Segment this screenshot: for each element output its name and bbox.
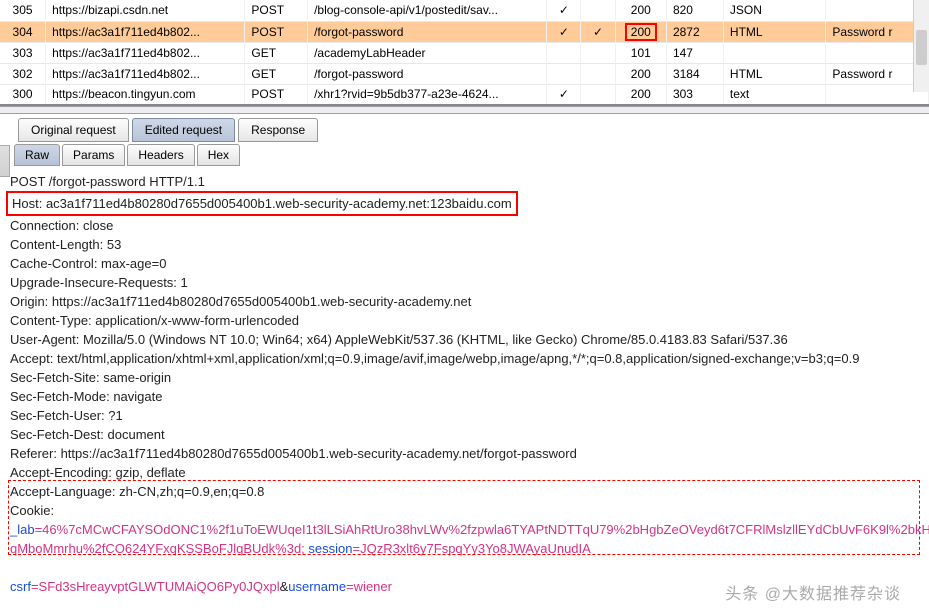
cell-url: /forgot-password <box>308 63 547 84</box>
cell-num: 305 <box>0 0 46 21</box>
tab-response[interactable]: Response <box>238 118 318 142</box>
cell-url: /academyLabHeader <box>308 42 547 63</box>
header-cookie-label: Cookie: <box>10 501 919 520</box>
cookie-session-val: =JQzR3xlt6y7FspqYy3Yo8JWAyaUnudIA <box>352 541 590 556</box>
cell-method: POST <box>245 21 308 42</box>
blank-line <box>10 558 919 577</box>
cell-mime: JSON <box>723 0 826 21</box>
param-csrf-val: =SFd3sHreayvptGLWTUMAiQO6Py0JQxpl <box>31 579 280 594</box>
cell-mime: HTML <box>723 63 826 84</box>
cell-edited: ✓ <box>547 84 581 105</box>
param-username-val: =wiener <box>346 579 392 594</box>
cell-host: https://ac3a1f711ed4b802... <box>46 42 245 63</box>
header-sec-fetch-mode: Sec-Fetch-Mode: navigate <box>10 387 919 406</box>
cell-chk2 <box>581 42 615 63</box>
cell-length: 820 <box>666 0 723 21</box>
scrollbar-thumb[interactable] <box>916 30 927 65</box>
header-sec-fetch-site: Sec-Fetch-Site: same-origin <box>10 368 919 387</box>
cookie-lab-key: _lab <box>10 522 35 537</box>
raw-request-editor[interactable]: POST /forgot-password HTTP/1.1 Host: ac3… <box>0 166 929 598</box>
scrollbar-vertical[interactable] <box>913 0 929 92</box>
cell-url: /forgot-password <box>308 21 547 42</box>
cell-chk2: ✓ <box>581 21 615 42</box>
header-accept: Accept: text/html,application/xhtml+xml,… <box>10 349 919 368</box>
cell-edited: ✓ <box>547 0 581 21</box>
pane-divider[interactable] <box>0 106 929 114</box>
param-amp: & <box>280 579 289 594</box>
cookie-line1: _lab=46%7cMCwCFAYSOdONC1%2f1uToEWUqeI1t3… <box>10 520 919 539</box>
header-upgrade-insecure: Upgrade-Insecure-Requests: 1 <box>10 273 919 292</box>
cell-method: GET <box>245 63 308 84</box>
header-connection: Connection: close <box>10 216 919 235</box>
cell-mime <box>723 42 826 63</box>
table-row[interactable]: 302 https://ac3a1f711ed4b802... GET /for… <box>0 63 929 84</box>
header-accept-encoding: Accept-Encoding: gzip, deflate <box>10 463 919 482</box>
cell-num: 300 <box>0 84 46 105</box>
param-username-key: username <box>288 579 346 594</box>
cell-status: 200 <box>615 63 666 84</box>
cell-status: 200 <box>615 0 666 21</box>
header-accept-language: Accept-Language: zh-CN,zh;q=0.9,en;q=0.8 <box>10 482 919 501</box>
cell-host: https://beacon.tingyun.com <box>46 84 245 105</box>
table-row-selected[interactable]: 304 https://ac3a1f711ed4b802... POST /fo… <box>0 21 929 42</box>
param-csrf-key: csrf <box>10 579 31 594</box>
cell-method: GET <box>245 42 308 63</box>
cell-chk2 <box>581 84 615 105</box>
cell-url: /blog-console-api/v1/postedit/sav... <box>308 0 547 21</box>
cookie-session-key: session <box>308 541 352 556</box>
header-sec-fetch-user: Sec-Fetch-User: ?1 <box>10 406 919 425</box>
cookie-lab-val: =46%7cMCwCFAYSOdONC1%2f1uToEWUqeI1t3lLSi… <box>35 522 929 537</box>
cell-status: 200 <box>615 84 666 105</box>
table-row[interactable]: 305 https://bizapi.csdn.net POST /blog-c… <box>0 0 929 21</box>
cell-length: 3184 <box>666 63 723 84</box>
cell-method: POST <box>245 84 308 105</box>
header-user-agent: User-Agent: Mozilla/5.0 (Windows NT 10.0… <box>10 330 919 349</box>
header-content-type: Content-Type: application/x-www-form-url… <box>10 311 919 330</box>
http-history-table[interactable]: 305 https://bizapi.csdn.net POST /blog-c… <box>0 0 929 106</box>
cell-edited <box>547 42 581 63</box>
table-row[interactable]: 303 https://ac3a1f711ed4b802... GET /aca… <box>0 42 929 63</box>
cell-mime: HTML <box>723 21 826 42</box>
cell-host: https://ac3a1f711ed4b802... <box>46 21 245 42</box>
cell-length: 147 <box>666 42 723 63</box>
cookie-line2: qMboMmrhu%2fCO624YFxqKSSBoFJlqBUdk%3d; s… <box>10 539 919 558</box>
request-tabs: Original request Edited request Response <box>0 114 929 142</box>
host-header-highlight: Host: ac3a1f711ed4b80280d7655d005400b1.w… <box>6 191 518 216</box>
header-origin: Origin: https://ac3a1f711ed4b80280d7655d… <box>10 292 919 311</box>
cell-method: POST <box>245 0 308 21</box>
cell-length: 2872 <box>666 21 723 42</box>
tab-headers[interactable]: Headers <box>127 144 194 166</box>
cookie-cont: qMboMmrhu%2fCO624YFxqKSSBoFJlqBUdk%3d; <box>10 541 308 556</box>
header-referer: Referer: https://ac3a1f711ed4b80280d7655… <box>10 444 919 463</box>
cell-host: https://bizapi.csdn.net <box>46 0 245 21</box>
cell-chk2 <box>581 63 615 84</box>
tab-params[interactable]: Params <box>62 144 125 166</box>
tab-original-request[interactable]: Original request <box>18 118 129 142</box>
cell-chk2 <box>581 0 615 21</box>
header-sec-fetch-dest: Sec-Fetch-Dest: document <box>10 425 919 444</box>
cell-num: 303 <box>0 42 46 63</box>
cell-num: 302 <box>0 63 46 84</box>
table-row[interactable]: 300 https://beacon.tingyun.com POST /xhr… <box>0 84 929 105</box>
tab-raw[interactable]: Raw <box>14 144 60 166</box>
cell-length: 303 <box>666 84 723 105</box>
cell-host: https://ac3a1f711ed4b802... <box>46 63 245 84</box>
request-line: POST /forgot-password HTTP/1.1 <box>10 172 919 191</box>
header-cache-control: Cache-Control: max-age=0 <box>10 254 919 273</box>
view-tabs: Raw Params Headers Hex <box>0 142 929 166</box>
cell-status: 200 <box>615 21 666 42</box>
cell-num: 304 <box>0 21 46 42</box>
watermark: 头条 @大数据推荐杂谈 <box>725 580 901 604</box>
cell-edited <box>547 63 581 84</box>
cell-status: 101 <box>615 42 666 63</box>
status-highlight: 200 <box>625 23 657 41</box>
tab-edited-request[interactable]: Edited request <box>132 118 235 142</box>
vertical-tab-handle[interactable] <box>0 145 10 177</box>
cell-url: /xhr1?rvid=9b5db377-a23e-4624... <box>308 84 547 105</box>
cell-edited: ✓ <box>547 21 581 42</box>
cell-mime: text <box>723 84 826 105</box>
header-content-length: Content-Length: 53 <box>10 235 919 254</box>
tab-hex[interactable]: Hex <box>197 144 240 166</box>
